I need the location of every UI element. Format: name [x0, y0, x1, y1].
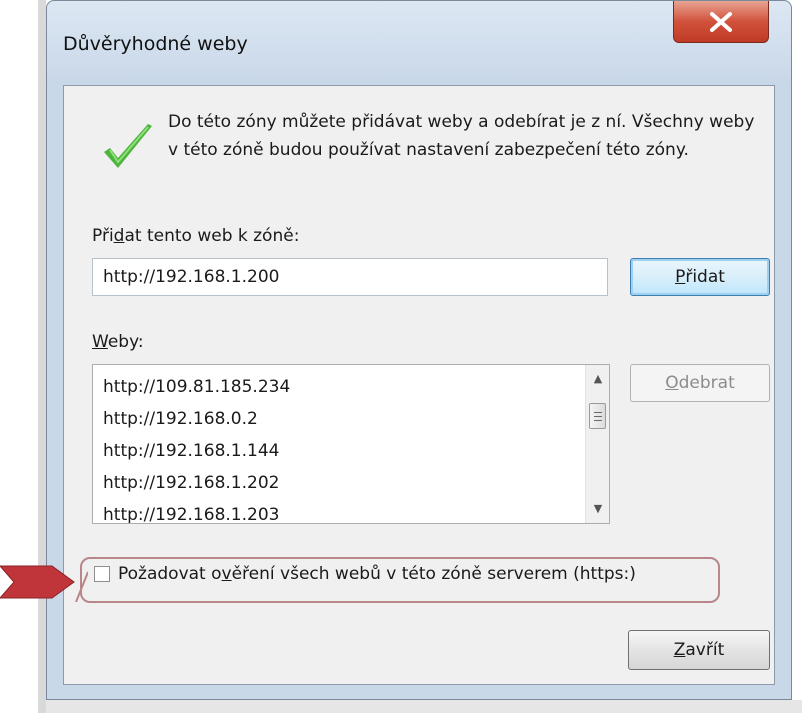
- sites-list[interactable]: http://109.81.185.234 http://192.168.0.2…: [92, 364, 610, 524]
- checkmark-icon: [104, 124, 152, 168]
- add-button[interactable]: Přidat: [630, 258, 770, 296]
- list-scrollbar[interactable]: ▲ ▼: [585, 365, 609, 523]
- page-edge: [38, 0, 46, 713]
- scroll-up-icon[interactable]: ▲: [592, 373, 604, 385]
- scroll-thumb[interactable]: [589, 403, 606, 429]
- list-item[interactable]: http://109.81.185.234: [103, 377, 290, 397]
- annotation-arrow-icon: [0, 565, 88, 602]
- add-site-input[interactable]: [92, 258, 608, 296]
- annotation-highlight-box: [80, 557, 720, 603]
- scroll-down-icon[interactable]: ▼: [592, 503, 604, 515]
- page-edge-bottom: [46, 700, 802, 713]
- remove-button[interactable]: Odebrat: [630, 364, 770, 402]
- info-text: Do této zóny můžete přidávat weby a odeb…: [168, 112, 755, 160]
- list-item[interactable]: http://192.168.1.144: [103, 441, 279, 461]
- close-window-button[interactable]: [673, 1, 769, 43]
- add-site-label: Přidat tento web k zóně:: [92, 226, 300, 246]
- sites-label: Weby:: [92, 332, 144, 352]
- list-item[interactable]: http://192.168.1.203: [103, 505, 279, 523]
- close-icon: [710, 11, 732, 32]
- close-button[interactable]: Zavřít: [628, 630, 770, 670]
- title-bar: Důvěryhodné weby: [47, 1, 791, 85]
- dialog-title: Důvěryhodné weby: [63, 33, 248, 55]
- list-item[interactable]: http://192.168.0.2: [103, 409, 258, 429]
- list-item[interactable]: http://192.168.1.202: [103, 473, 279, 493]
